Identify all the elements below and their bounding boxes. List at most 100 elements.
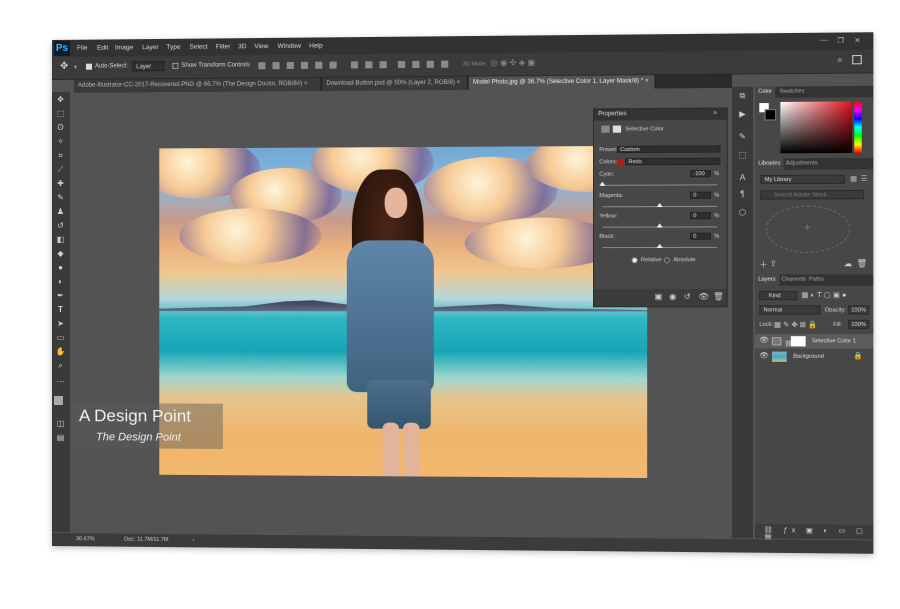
layer-row-background[interactable]: 👁 Background 🔒 xyxy=(755,349,873,364)
tab-illustrator-recovered[interactable]: Adobe-Illustrator-CC-2017-Recovered.PNG … xyxy=(73,77,322,93)
healing-icon[interactable]: ✚ xyxy=(55,178,66,189)
menu-image[interactable]: Image xyxy=(115,44,133,51)
magenta-slider-thumb[interactable] xyxy=(656,202,663,208)
type-icon[interactable]: T xyxy=(55,304,66,315)
pen-icon[interactable]: ✒ xyxy=(55,290,66,301)
add-content-icon[interactable]: ＋ xyxy=(759,259,767,270)
trash-icon[interactable]: 🗑 xyxy=(713,292,724,301)
list-view-icon[interactable]: ☰ xyxy=(861,174,868,183)
screen-mode-icon[interactable]: ▤ xyxy=(55,432,66,443)
align-left-icon[interactable] xyxy=(300,61,309,69)
align-bottom-icon[interactable] xyxy=(286,61,294,70)
tab-color[interactable]: Color xyxy=(755,86,776,98)
menu-window[interactable]: Window xyxy=(278,43,302,50)
upload-icon[interactable]: ⇪ xyxy=(770,259,777,268)
foreground-color-swatch[interactable] xyxy=(53,396,63,406)
zoom-level[interactable]: 36.67% xyxy=(76,533,95,546)
preset-dropdown[interactable]: Custom xyxy=(616,145,721,154)
history-brush-icon[interactable]: ↺ xyxy=(55,220,66,231)
history-icon[interactable]: ⧉ xyxy=(737,91,748,101)
menu-file[interactable]: File xyxy=(77,45,87,52)
background-swatch[interactable] xyxy=(764,109,777,121)
character-icon[interactable]: A xyxy=(737,173,748,183)
menu-edit[interactable]: Edit xyxy=(97,44,108,51)
color-picker-field[interactable] xyxy=(780,101,853,154)
stock-search-input[interactable]: Search Adobe Stock xyxy=(760,189,864,200)
transform-checkbox[interactable] xyxy=(172,62,179,69)
tab-adjustments[interactable]: Adjustments xyxy=(782,158,820,169)
stamp-icon[interactable]: ♟ xyxy=(55,206,66,217)
panel-menu-icon[interactable]: » xyxy=(713,110,717,117)
more-tools-icon[interactable]: ⋯ xyxy=(55,376,66,387)
actions-icon[interactable]: ▶ xyxy=(737,109,748,119)
layer-mask-thumbnail[interactable] xyxy=(790,336,806,347)
library-trash-icon[interactable]: 🗑 xyxy=(856,259,867,268)
opacity-field[interactable]: 100% xyxy=(847,305,870,315)
grid-view-icon[interactable]: ▦ xyxy=(850,175,857,183)
cloud-icon[interactable]: ☁ xyxy=(844,259,852,268)
mask-icon[interactable] xyxy=(612,125,622,133)
marquee-icon[interactable]: ⬚ xyxy=(55,108,66,119)
cyan-slider[interactable] xyxy=(599,181,718,186)
cyan-field[interactable]: -100 xyxy=(690,170,711,178)
black-field[interactable]: 0 xyxy=(690,232,711,240)
shape-icon[interactable]: ▭ xyxy=(55,332,66,343)
crop-icon[interactable]: ⌗ xyxy=(55,150,66,161)
menu-view[interactable]: View xyxy=(254,43,268,50)
tab-download-button[interactable]: Download Button.psd @ 50% (Layer 2, RGB/… xyxy=(322,76,468,91)
dodge-icon[interactable]: ◐ xyxy=(55,276,66,287)
distribute-bottom-icon[interactable] xyxy=(379,61,387,69)
lock-icons[interactable]: ▦✎✥⊠🔒 xyxy=(774,321,819,329)
clone-source-icon[interactable]: ⬚ xyxy=(737,150,748,160)
absolute-radio[interactable] xyxy=(663,257,671,264)
distribute-center-icon[interactable] xyxy=(412,60,420,69)
layer-name[interactable]: Selective Color 1 xyxy=(812,334,856,348)
restore-icon[interactable]: ❐ xyxy=(837,37,844,45)
hand-icon[interactable]: ✋ xyxy=(55,346,66,357)
workspace-icon[interactable] xyxy=(852,54,862,65)
view-previous-icon[interactable]: ◉ xyxy=(669,292,676,301)
tab-libraries[interactable]: Libraries xyxy=(755,158,784,170)
yellow-field[interactable]: 0 xyxy=(690,212,711,220)
menu-select[interactable]: Select xyxy=(190,44,208,51)
menu-layer[interactable]: Layer xyxy=(142,44,158,51)
reset-icon[interactable]: ↺ xyxy=(684,292,691,301)
3d-icon[interactable]: ⬡ xyxy=(737,208,748,218)
auto-select-dropdown[interactable]: Layer xyxy=(132,61,165,72)
eraser-icon[interactable]: ◧ xyxy=(55,234,66,245)
visibility-icon[interactable]: 👁 xyxy=(698,292,709,301)
clip-icon[interactable]: ▣ xyxy=(654,292,662,301)
colors-dropdown[interactable]: Reds xyxy=(625,157,721,166)
document-canvas[interactable] xyxy=(159,145,648,479)
hue-slider[interactable] xyxy=(854,101,862,153)
blur-icon[interactable]: ● xyxy=(55,262,66,273)
minimize-icon[interactable]: — xyxy=(820,37,827,44)
distribute-middle-icon[interactable] xyxy=(365,61,373,69)
distribute-left-icon[interactable] xyxy=(397,60,406,69)
tab-paths[interactable]: Paths xyxy=(806,274,827,285)
align-right-icon[interactable] xyxy=(329,61,337,69)
align-middle-icon[interactable] xyxy=(272,62,280,70)
auto-align-icon[interactable] xyxy=(441,60,449,68)
align-top-icon[interactable] xyxy=(258,62,266,70)
menu-filter[interactable]: Filter xyxy=(216,43,231,50)
menu-type[interactable]: Type xyxy=(166,44,180,51)
magic-wand-icon[interactable]: ✧ xyxy=(55,136,66,147)
visibility-eye-icon[interactable]: 👁 xyxy=(759,349,768,363)
close-icon[interactable]: ✕ xyxy=(854,36,860,44)
move-tool-icon[interactable]: ✥ xyxy=(60,61,68,72)
menu-3d[interactable]: 3D xyxy=(238,43,246,50)
layer-filter-dropdown[interactable]: Kind xyxy=(759,290,798,301)
lasso-icon[interactable]: ʘ xyxy=(55,122,66,133)
visibility-eye-icon[interactable]: 👁 xyxy=(759,334,768,348)
paragraph-icon[interactable]: ¶ xyxy=(737,189,748,199)
fill-field[interactable]: 100% xyxy=(847,319,870,330)
path-select-icon[interactable]: ➤ xyxy=(55,318,66,329)
auto-select-checkbox[interactable] xyxy=(85,63,93,70)
yellow-slider[interactable] xyxy=(602,223,718,228)
distribute-right-icon[interactable] xyxy=(426,60,434,68)
cyan-slider-thumb[interactable] xyxy=(599,181,606,186)
yellow-slider-thumb[interactable] xyxy=(656,223,663,228)
chevron-down-icon[interactable]: ▾ xyxy=(74,64,77,71)
layer-filter-icons[interactable]: ▦◐T▢▣● xyxy=(801,291,848,299)
